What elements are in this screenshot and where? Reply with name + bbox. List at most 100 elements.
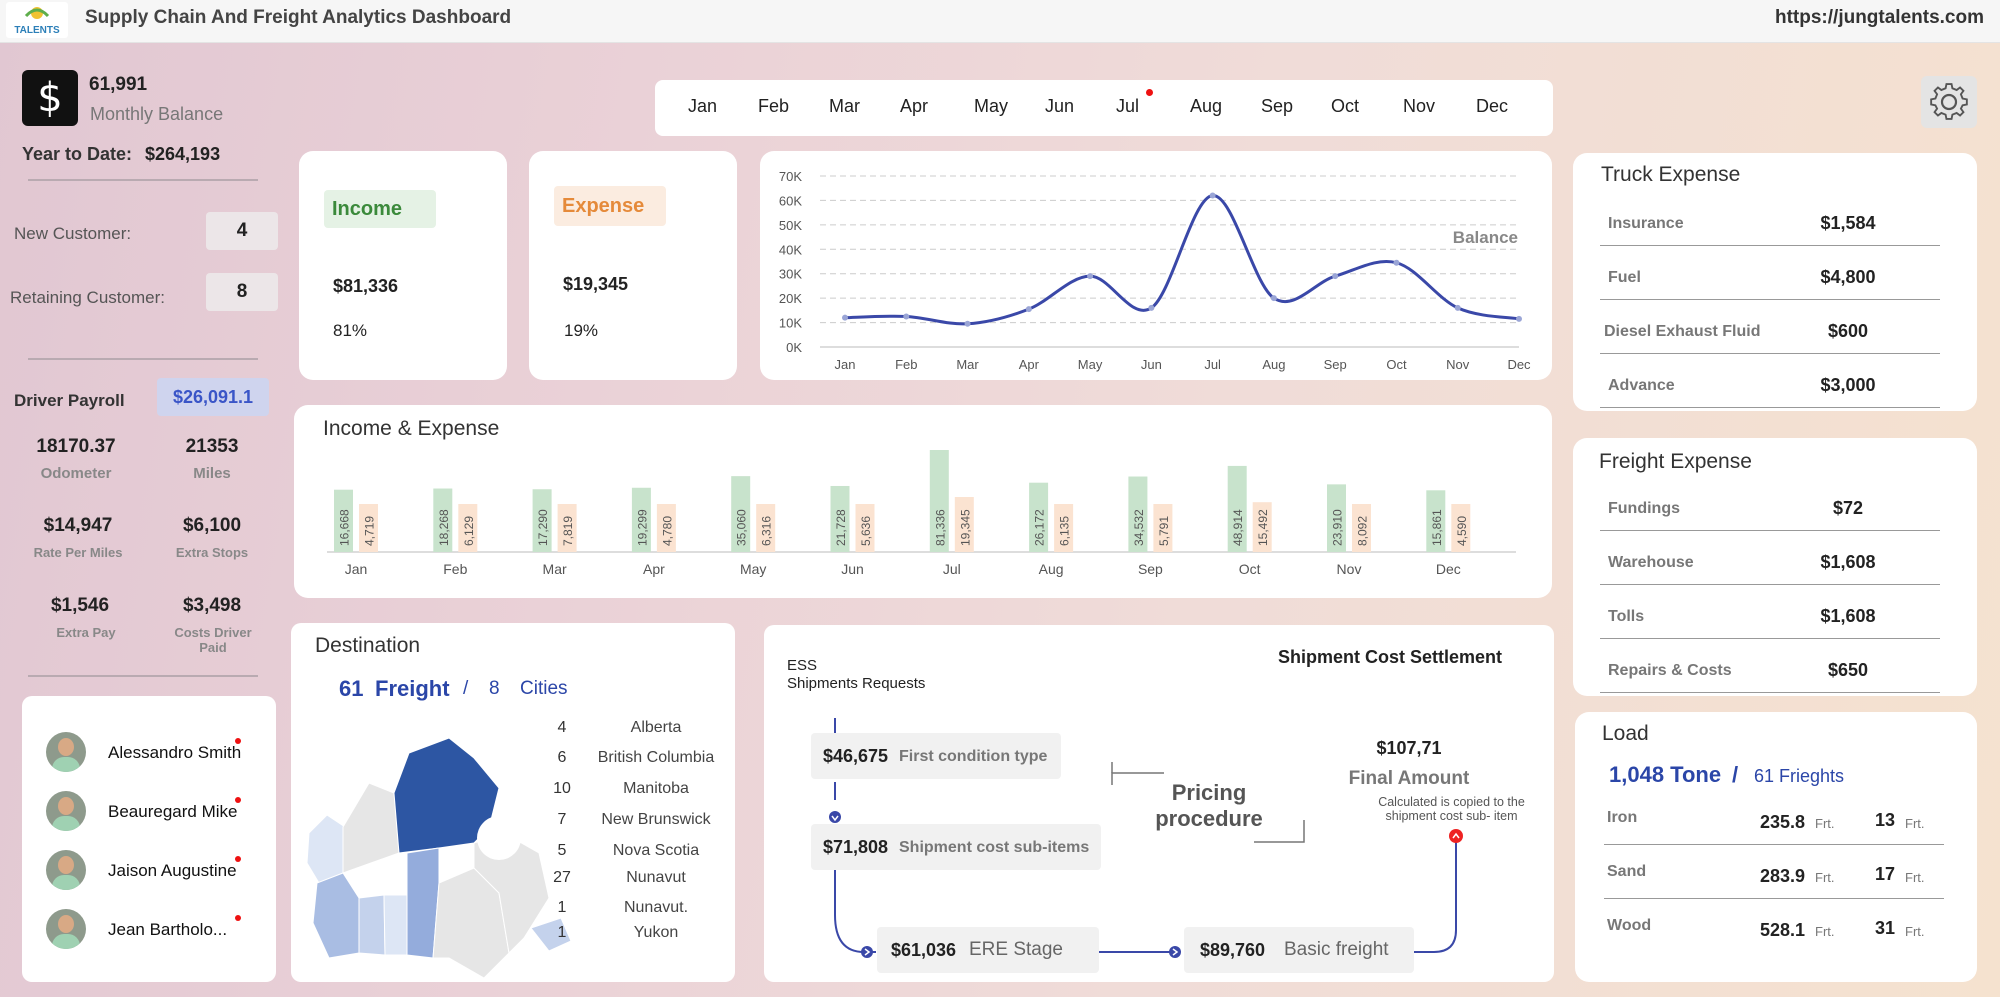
flow-node-right-icon bbox=[861, 946, 873, 958]
balance-point[interactable] bbox=[1332, 273, 1339, 280]
balance-point[interactable] bbox=[1393, 259, 1400, 266]
truck-expense-value: $4,800 bbox=[1820, 267, 1876, 287]
freight-expense-value: $1,608 bbox=[1820, 552, 1876, 572]
load-item-label: Iron bbox=[1607, 809, 1638, 826]
retaining-customer-value: 8 bbox=[206, 273, 278, 311]
load-title: Load bbox=[1602, 722, 1649, 745]
x-tick-label: Dec bbox=[1507, 357, 1531, 372]
dest-count: 1 bbox=[557, 924, 567, 941]
balance-point[interactable] bbox=[1025, 306, 1032, 313]
month-tab-mar[interactable]: Mar bbox=[829, 96, 860, 117]
freight-expense-card: Freight Expense Fundings $72 Warehouse $1,6… bbox=[1573, 438, 1977, 696]
step-ere[interactable]: $61,036 ERE Stage bbox=[877, 927, 1099, 973]
balance-point[interactable] bbox=[1148, 304, 1155, 311]
month-tab-jul[interactable]: Jul bbox=[1116, 96, 1139, 117]
destination-title: Destination bbox=[315, 634, 421, 657]
expense-data-label: 4,780 bbox=[660, 516, 674, 546]
dest-province: Nunavut bbox=[626, 869, 686, 886]
load-tone: 1,048 Tone bbox=[1609, 762, 1722, 787]
settings-button[interactable] bbox=[1921, 76, 1977, 128]
avatar bbox=[46, 791, 86, 831]
x-tick-label: Apr bbox=[1019, 357, 1040, 372]
dest-count: 27 bbox=[553, 869, 571, 886]
step-sub-items[interactable]: $71,808 Shipment cost sub-items bbox=[811, 824, 1101, 870]
load-item-label: Sand bbox=[1607, 863, 1647, 880]
balance-point[interactable] bbox=[842, 314, 848, 321]
balance-point[interactable] bbox=[903, 313, 910, 320]
income-data-label: 19,299 bbox=[635, 509, 649, 546]
x-tick-label: Feb bbox=[443, 561, 467, 577]
dest-count: 6 bbox=[557, 749, 567, 766]
month-tab-oct[interactable]: Oct bbox=[1331, 96, 1359, 117]
expense-data-label: 4,590 bbox=[1455, 516, 1469, 546]
income-data-label: 48,914 bbox=[1231, 509, 1245, 546]
step-basic-freight[interactable]: $89,760 Basic freight bbox=[1184, 927, 1414, 973]
canada-map bbox=[306, 737, 572, 979]
status-dot bbox=[235, 856, 241, 862]
income-label: Income bbox=[324, 190, 436, 228]
balance-point[interactable] bbox=[1270, 295, 1277, 302]
map-nwt bbox=[342, 782, 400, 874]
status-dot bbox=[235, 738, 241, 744]
app-title: Supply Chain And Freight Analytics Dashb… bbox=[85, 7, 512, 28]
balance-point[interactable] bbox=[1454, 304, 1461, 311]
expense-data-label: 7,819 bbox=[561, 516, 575, 546]
month-tab-aug[interactable]: Aug bbox=[1190, 96, 1222, 117]
site-url[interactable]: https://jungtalents.com bbox=[1775, 7, 1984, 29]
dest-count: 1 bbox=[557, 899, 567, 916]
step-first-condition[interactable]: $46,675 First condition type bbox=[811, 733, 1061, 779]
avatar bbox=[46, 850, 86, 890]
dest-province: British Columbia bbox=[597, 749, 715, 766]
x-tick-label: May bbox=[1078, 357, 1103, 372]
ytd-value: $264,193 bbox=[145, 144, 221, 164]
x-tick-label: Jan bbox=[345, 561, 368, 577]
driver-item[interactable]: Jaison Augustine bbox=[22, 848, 276, 896]
company-logo[interactable]: TALENTS bbox=[6, 2, 68, 38]
balance-point[interactable] bbox=[964, 320, 971, 327]
income-data-label: 17,290 bbox=[536, 509, 550, 546]
income-pct: 81% bbox=[333, 321, 368, 340]
driver-item[interactable]: Beauregard Mike bbox=[22, 789, 276, 837]
row-divider bbox=[1604, 844, 1944, 845]
x-tick-label: Aug bbox=[1039, 561, 1064, 577]
month-tab-jan[interactable]: Jan bbox=[688, 96, 717, 117]
balance-point[interactable] bbox=[1087, 273, 1094, 280]
month-tab-sep[interactable]: Sep bbox=[1261, 96, 1293, 117]
final-amount-label: Final Amount bbox=[1348, 768, 1470, 789]
odometer-value: 18170.37 bbox=[36, 436, 116, 457]
status-dot bbox=[235, 915, 241, 921]
step-value: $71,808 bbox=[823, 837, 889, 857]
dest-province: Nova Scotia bbox=[612, 842, 700, 859]
extra-stops-value: $6,100 bbox=[182, 515, 242, 536]
load-unit: Frt. bbox=[1905, 870, 1925, 885]
avatar-shirt bbox=[52, 875, 80, 890]
expense-data-label: 5,791 bbox=[1157, 516, 1171, 546]
step-label: Shipment cost sub-items bbox=[899, 839, 1090, 856]
x-tick-label: Oct bbox=[1239, 561, 1261, 577]
avatar-face bbox=[58, 856, 74, 874]
step-value: $89,760 bbox=[1200, 940, 1266, 960]
month-tab-feb[interactable]: Feb bbox=[758, 96, 789, 117]
avatar-face bbox=[58, 915, 74, 933]
freight-expense-label: Repairs & Costs bbox=[1608, 662, 1732, 679]
final-amount-note: Calculated is copied to the shipment cos… bbox=[1378, 795, 1525, 823]
driver-item[interactable]: Alessandro Smith bbox=[22, 730, 276, 778]
month-tab-may[interactable]: May bbox=[974, 96, 1008, 117]
x-tick-label: Feb bbox=[895, 357, 917, 372]
freight-expense-label: Fundings bbox=[1608, 500, 1680, 517]
driver-name: Alessandro Smith bbox=[108, 743, 242, 762]
month-tab-apr[interactable]: Apr bbox=[900, 96, 928, 117]
miles-label: Miles bbox=[193, 465, 231, 482]
balance-point[interactable] bbox=[1516, 315, 1522, 322]
month-tab-dec[interactable]: Dec bbox=[1476, 96, 1508, 117]
y-tick-label: 60K bbox=[779, 193, 802, 208]
monthly-balance-label: Monthly Balance bbox=[90, 104, 224, 124]
avatar bbox=[46, 732, 86, 772]
balance-point[interactable] bbox=[1209, 192, 1216, 199]
step-label: First condition type bbox=[899, 748, 1048, 765]
driver-item[interactable]: Jean Bartholo... bbox=[22, 907, 276, 955]
income-expense-card: Income & Expense 16,668 4,719 Jan 18,268 6,1… bbox=[294, 405, 1552, 598]
month-tab-jun[interactable]: Jun bbox=[1045, 96, 1074, 117]
month-tab-nov[interactable]: Nov bbox=[1403, 96, 1435, 117]
freight-expense-value: $1,608 bbox=[1820, 606, 1876, 626]
